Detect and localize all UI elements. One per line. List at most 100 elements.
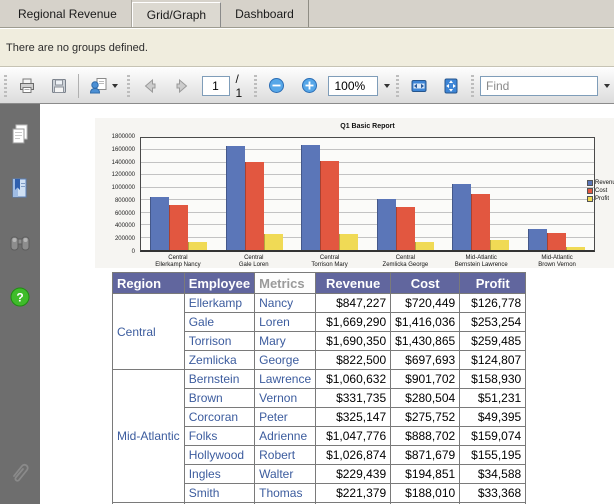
last-name-cell[interactable]: Brown [184,389,254,408]
attachments-button[interactable] [7,459,33,490]
profit-cell[interactable]: $126,778 [460,294,526,313]
revenue-cell[interactable]: $847,227 [316,294,391,313]
cost-cell[interactable]: $697,693 [391,351,460,370]
x-label-employee: Gale Loren [216,262,292,269]
revenue-cell[interactable]: $1,060,632 [316,370,391,389]
bar-cost [471,194,490,250]
profit-cell[interactable]: $259,485 [460,332,526,351]
zoom-out-button[interactable] [264,73,290,99]
revenue-cell[interactable]: $1,026,874 [316,446,391,465]
bar-revenue [452,184,471,250]
column-header-revenue[interactable]: Revenue [316,273,391,294]
tab-dashboard[interactable]: Dashboard [221,0,309,27]
last-name-cell[interactable]: Ingles [184,465,254,484]
pages-icon [9,123,31,147]
pages-panel-button[interactable] [7,122,33,148]
toolbar-grip [127,75,131,97]
first-name-cell[interactable]: Adrienne [255,427,316,446]
chart-plot-area [140,137,595,252]
profit-cell[interactable]: $49,395 [460,408,526,427]
profit-cell[interactable]: $124,807 [460,351,526,370]
last-name-cell[interactable]: Corcoran [184,408,254,427]
y-tick-label: 200000 [115,236,135,242]
first-name-cell[interactable]: Nancy [255,294,316,313]
find-input[interactable] [480,76,598,96]
first-name-cell[interactable]: Vernon [255,389,316,408]
first-name-cell[interactable]: George [255,351,316,370]
profit-cell[interactable]: $34,588 [460,465,526,484]
y-tick-label: 800000 [115,198,135,204]
zoom-level-combobox[interactable]: 100% [328,76,377,96]
revenue-cell[interactable]: $822,500 [316,351,391,370]
profit-cell[interactable]: $159,074 [460,427,526,446]
report-grid: RegionEmployeeMetricsRevenueCostProfitCe… [112,272,526,504]
profit-cell[interactable]: $51,231 [460,389,526,408]
search-panel-button[interactable] [7,230,33,256]
revenue-cell[interactable]: $331,735 [316,389,391,408]
last-name-cell[interactable]: Bernstein [184,370,254,389]
cost-cell[interactable]: $194,851 [391,465,460,484]
column-header-profit[interactable]: Profit [460,273,526,294]
next-page-button[interactable] [169,73,195,99]
last-name-cell[interactable]: Gale [184,313,254,332]
help-button[interactable]: ? [7,284,33,310]
cost-cell[interactable]: $720,449 [391,294,460,313]
tab-grid-graph[interactable]: Grid/Graph [132,2,221,27]
revenue-cell[interactable]: $325,147 [316,408,391,427]
prev-page-button[interactable] [137,73,163,99]
column-header-metrics[interactable]: Metrics [255,273,316,294]
first-name-cell[interactable]: Peter [255,408,316,427]
bookmarks-panel-button[interactable] [7,176,33,202]
last-name-cell[interactable]: Smith [184,484,254,503]
region-cell[interactable]: Central [113,294,185,370]
first-name-cell[interactable]: Mary [255,332,316,351]
first-name-cell[interactable]: Lawrence [255,370,316,389]
fit-page-button[interactable] [438,73,464,99]
print-button[interactable] [14,73,40,99]
page-number-input[interactable] [202,76,230,96]
revenue-cell[interactable]: $1,047,776 [316,427,391,446]
last-name-cell[interactable]: Folks [184,427,254,446]
tab-regional-revenue[interactable]: Regional Revenue [4,0,132,27]
last-name-cell[interactable]: Torrison [184,332,254,351]
profit-cell[interactable]: $253,254 [460,313,526,332]
column-header-cost[interactable]: Cost [391,273,460,294]
revenue-cell[interactable]: $221,379 [316,484,391,503]
cost-cell[interactable]: $901,702 [391,370,460,389]
cost-cell[interactable]: $280,504 [391,389,460,408]
revenue-cell[interactable]: $1,690,350 [316,332,391,351]
cost-cell[interactable]: $1,430,865 [391,332,460,351]
export-button[interactable] [85,73,121,99]
column-header-region[interactable]: Region [113,273,185,294]
bar-cost [320,161,339,250]
profit-cell[interactable]: $33,368 [460,484,526,503]
first-name-cell[interactable]: Thomas [255,484,316,503]
first-name-cell[interactable]: Robert [255,446,316,465]
last-name-cell[interactable]: Ellerkamp [184,294,254,313]
profit-cell[interactable]: $155,195 [460,446,526,465]
x-label-employee: Zemlicka George [367,262,443,269]
cost-cell[interactable]: $188,010 [391,484,460,503]
cost-cell[interactable]: $1,416,036 [391,313,460,332]
last-name-cell[interactable]: Hollywood [184,446,254,465]
column-header-employee[interactable]: Employee [184,273,254,294]
table-row: CentralEllerkampNancy$847,227$720,449$12… [113,294,526,313]
revenue-cell[interactable]: $229,439 [316,465,391,484]
first-name-cell[interactable]: Walter [255,465,316,484]
profit-cell[interactable]: $158,930 [460,370,526,389]
y-tick-label: 600000 [115,211,135,217]
y-tick-label: 1200000 [112,172,135,178]
zoom-in-button[interactable] [296,73,322,99]
revenue-cell[interactable]: $1,669,290 [316,313,391,332]
cost-cell[interactable]: $275,752 [391,408,460,427]
save-icon [50,77,68,95]
last-name-cell[interactable]: Zemlicka [184,351,254,370]
save-button[interactable] [46,73,72,99]
cost-cell[interactable]: $888,702 [391,427,460,446]
zoom-level-caret[interactable] [384,84,390,88]
find-options-caret[interactable] [604,84,610,88]
region-cell[interactable]: Mid-Atlantic [113,370,185,503]
cost-cell[interactable]: $871,679 [391,446,460,465]
first-name-cell[interactable]: Loren [255,313,316,332]
fit-width-button[interactable] [406,73,432,99]
